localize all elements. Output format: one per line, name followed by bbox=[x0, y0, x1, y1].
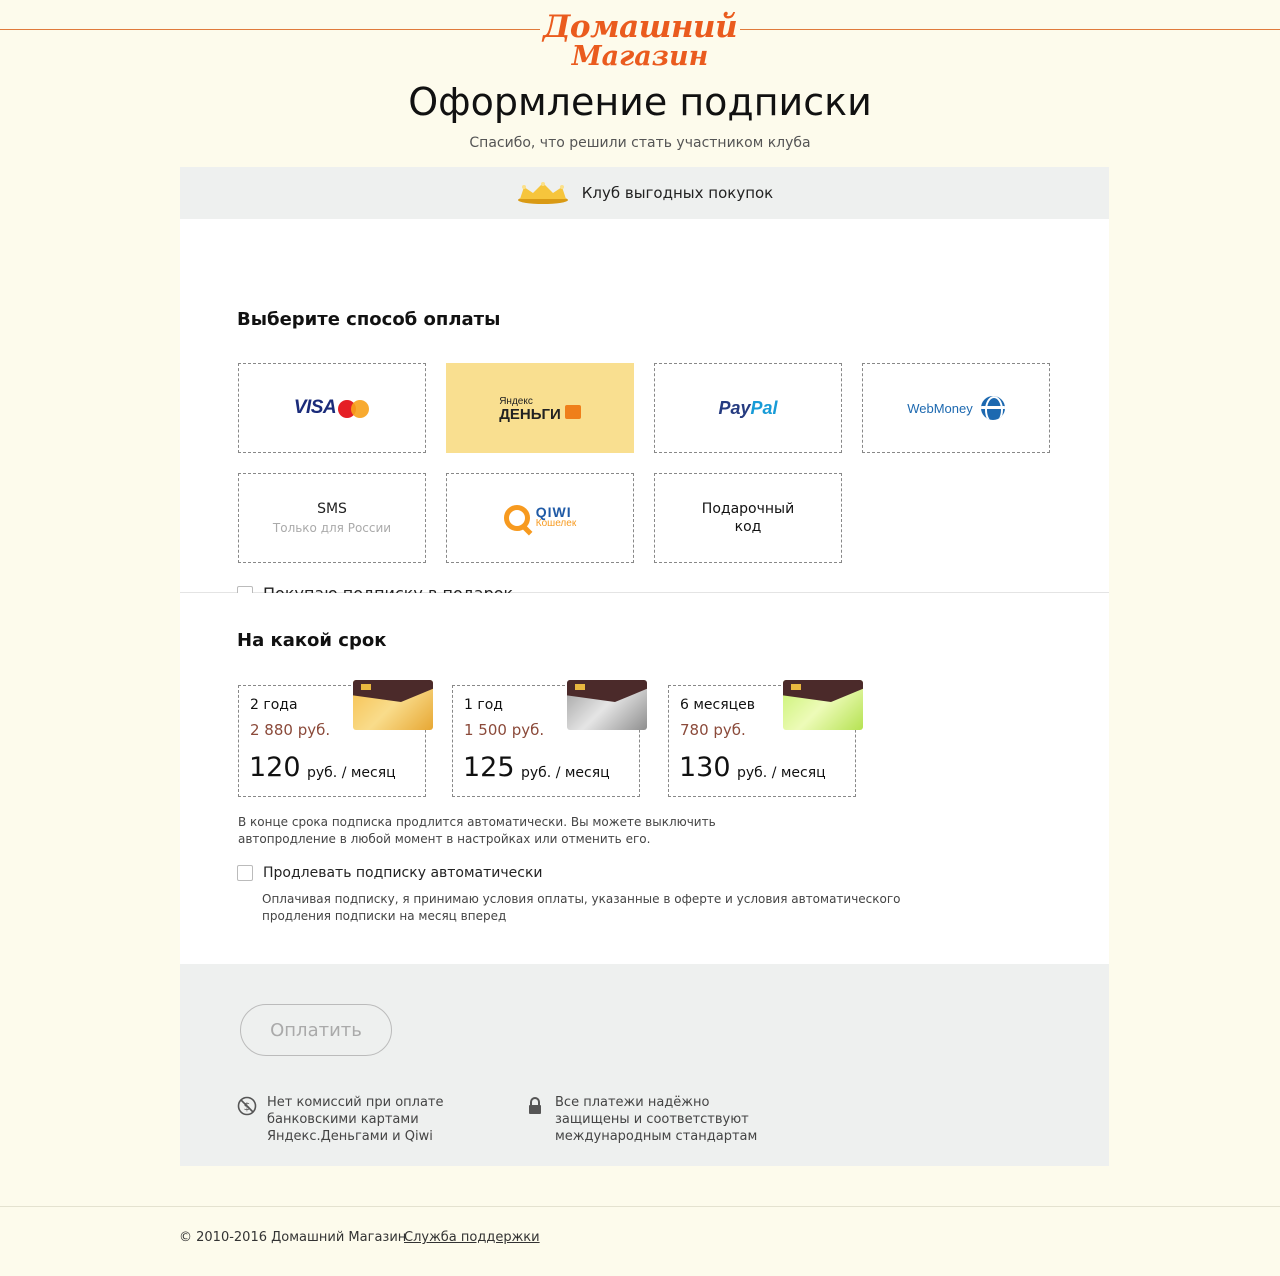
club-card-silver bbox=[567, 680, 647, 730]
payment-visa-mastercard[interactable]: VISA bbox=[238, 363, 426, 453]
pay-button[interactable]: Оплатить bbox=[240, 1004, 392, 1056]
mastercard-icon bbox=[338, 399, 370, 418]
lock-icon bbox=[529, 1097, 541, 1114]
footer-divider bbox=[0, 1206, 1280, 1207]
page-title: Оформление подписки bbox=[408, 80, 872, 124]
paypal-logo: PayPal bbox=[718, 398, 777, 419]
security-text: Все платежи надёжно защищены и соответст… bbox=[555, 1095, 758, 1144]
webmoney-label: WebMoney bbox=[907, 400, 973, 416]
auto-renew-row[interactable]: Продлевать подписку автоматически bbox=[237, 865, 543, 881]
term-price: 120 bbox=[249, 752, 301, 783]
site-logo[interactable]: Домашний Магазин bbox=[540, 6, 740, 76]
paypal-pay: Pay bbox=[718, 397, 751, 418]
term-total: 1 500 руб. bbox=[464, 721, 545, 739]
term-period: 6 месяцев bbox=[680, 697, 756, 713]
no-commission-text: Нет комиссий при оплате банковскими карт… bbox=[267, 1095, 444, 1144]
term-price: 125 bbox=[463, 752, 515, 783]
payment-gift-code[interactable]: Подарочный код bbox=[654, 473, 842, 563]
auto-renew-checkbox[interactable] bbox=[237, 865, 253, 881]
security-info: Все платежи надёжно защищены и соответст… bbox=[525, 1094, 785, 1145]
term-heading: На какой срок bbox=[237, 630, 387, 651]
sms-sublabel: Только для России bbox=[272, 521, 392, 535]
copyright: © 2010-2016 Домашний Магазин bbox=[179, 1230, 407, 1245]
sms-label: SMS bbox=[317, 501, 347, 517]
term-period: 2 года bbox=[250, 697, 298, 713]
no-commission-icon: $ bbox=[237, 1096, 257, 1116]
term-price: 130 bbox=[679, 752, 731, 783]
gift-code-label-1: Подарочный bbox=[701, 501, 795, 517]
gift-code-label-2: код bbox=[734, 519, 762, 535]
qiwi-label: QIWI bbox=[535, 504, 572, 520]
term-unit: руб. / месяц bbox=[307, 765, 396, 781]
term-option-1-year[interactable]: 1 год 1 500 руб. 125 руб. / месяц bbox=[452, 680, 647, 797]
term-total: 780 руб. bbox=[680, 721, 746, 739]
checkout-panel: Оплатить $ Нет комиссий при оплате банко… bbox=[180, 964, 1109, 1166]
club-bar: Клуб выгодных покупок bbox=[180, 167, 1109, 219]
payment-section: Выберите способ оплаты VISA Яндекс ДЕНЬГ… bbox=[180, 219, 1109, 603]
yandex-money-label: ДЕНЬГИ bbox=[499, 406, 561, 423]
support-link[interactable]: Служба поддержки bbox=[404, 1230, 540, 1245]
club-card-gold bbox=[353, 680, 433, 730]
paypal-pal: Pal bbox=[750, 397, 778, 418]
no-commission-info: $ Нет комиссий при оплате банковскими ка… bbox=[237, 1094, 517, 1145]
page-subtitle: Спасибо, что решили стать участником клу… bbox=[469, 135, 811, 151]
payment-webmoney[interactable]: WebMoney bbox=[862, 363, 1050, 453]
payment-yandex-money[interactable]: Яндекс ДЕНЬГИ bbox=[446, 363, 634, 453]
term-period: 1 год bbox=[464, 697, 503, 713]
wallet-icon bbox=[564, 405, 581, 419]
payment-paypal[interactable]: PayPal bbox=[654, 363, 842, 453]
term-option-2-years[interactable]: 2 года 2 880 руб. 120 руб. / месяц bbox=[238, 680, 433, 797]
payment-qiwi[interactable]: QIWI Кошелек bbox=[446, 473, 634, 563]
crown-icon bbox=[517, 182, 568, 204]
term-total: 2 880 руб. bbox=[250, 721, 331, 739]
terms-note: Оплачивая подписку, я принимаю условия о… bbox=[262, 892, 901, 923]
payment-sms[interactable]: SMS Только для России bbox=[238, 473, 426, 563]
renew-note: В конце срока подписка продлится автомат… bbox=[238, 815, 716, 846]
logo-line-2: Магазин bbox=[571, 41, 709, 72]
term-unit: руб. / месяц bbox=[737, 765, 826, 781]
auto-renew-label: Продлевать подписку автоматически bbox=[263, 865, 543, 881]
visa-logo: VISA bbox=[293, 397, 337, 418]
club-card-green bbox=[783, 680, 863, 730]
term-option-6-months[interactable]: 6 месяцев 780 руб. 130 руб. / месяц bbox=[668, 680, 863, 797]
club-label: Клуб выгодных покупок bbox=[581, 184, 774, 202]
logo-line-1: Домашний bbox=[542, 9, 738, 45]
qiwi-sublabel: Кошелек bbox=[535, 518, 577, 529]
term-unit: руб. / месяц bbox=[521, 765, 610, 781]
globe-icon bbox=[980, 396, 1005, 420]
term-section: На какой срок 2 года 2 880 руб. 120 руб.… bbox=[180, 593, 1109, 964]
payment-methods: VISA Яндекс ДЕНЬГИ PayPal WebMoney SMS Т… bbox=[238, 311, 1058, 563]
subscription-panel: Клуб выгодных покупок Выберите способ оп… bbox=[180, 167, 1109, 1166]
qiwi-icon bbox=[503, 505, 530, 531]
